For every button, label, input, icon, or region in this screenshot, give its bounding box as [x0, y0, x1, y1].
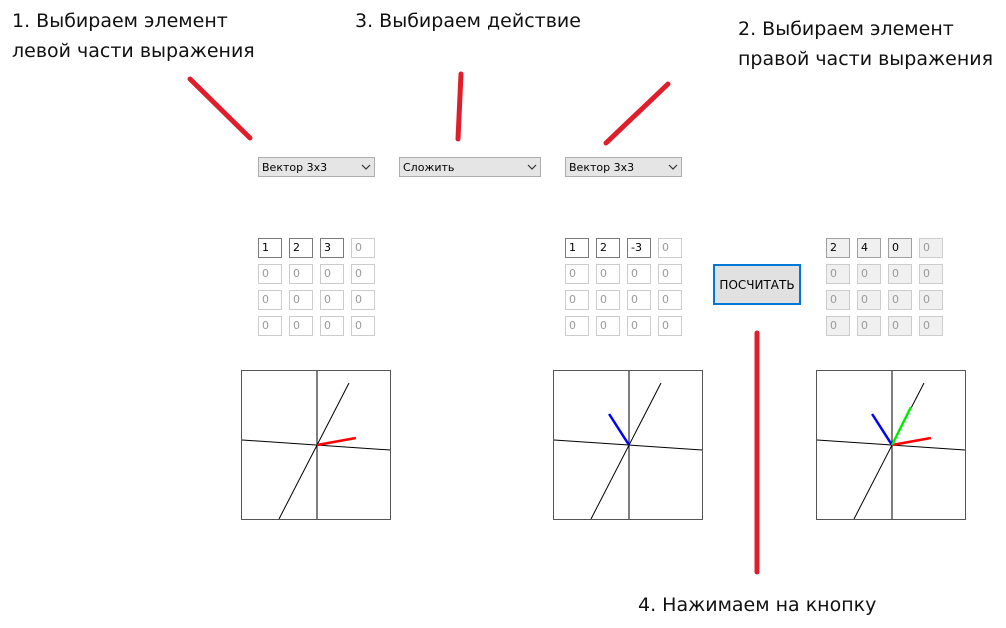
- axis-horizontal: [242, 439, 390, 451]
- right-cell-r3-c1[interactable]: 0: [565, 290, 589, 310]
- result-cell-r2-c4: 0: [919, 264, 943, 284]
- right-cell-r3-c2[interactable]: 0: [596, 290, 620, 310]
- result-cell-r2-c2: 0: [857, 264, 881, 284]
- right-vector-plot: [553, 370, 703, 520]
- result-vector-plot: [816, 370, 966, 520]
- result-cell-r1-c2: 4: [857, 238, 881, 258]
- result-cell-r3-c4: 0: [919, 290, 943, 310]
- left-cell-r4-c2[interactable]: 0: [289, 316, 313, 336]
- operation-value: Сложить: [403, 160, 455, 174]
- result-cell-r2-c1: 0: [826, 264, 850, 284]
- result-cell-r1-c1: 2: [826, 238, 850, 258]
- chevron-down-icon: [524, 158, 540, 176]
- step3-marker: [455, 71, 464, 142]
- result-vector-2: [871, 413, 894, 446]
- chevron-down-icon: [665, 158, 681, 176]
- result-cell-r3-c1: 0: [826, 290, 850, 310]
- result-cell-r2-c3: 0: [888, 264, 912, 284]
- left-cell-r4-c1[interactable]: 0: [258, 316, 282, 336]
- left-cell-r1-c2[interactable]: 2: [289, 238, 313, 258]
- axis-depth: [278, 382, 350, 519]
- right-type-select[interactable]: Вектор 3x3: [565, 157, 682, 177]
- right-cell-r2-c4[interactable]: 0: [658, 264, 682, 284]
- left-vector-1: [316, 436, 357, 447]
- step2-marker: [603, 81, 671, 146]
- result-cell-r1-c3: 0: [888, 238, 912, 258]
- calculate-button[interactable]: ПОСЧИТАТЬ: [713, 264, 801, 305]
- right-cell-r1-c4[interactable]: 0: [658, 238, 682, 258]
- left-cell-r3-c3[interactable]: 0: [320, 290, 344, 310]
- left-cell-r4-c3[interactable]: 0: [320, 316, 344, 336]
- right-cell-r3-c4[interactable]: 0: [658, 290, 682, 310]
- left-vector-plot: [241, 370, 391, 520]
- left-cell-r3-c4[interactable]: 0: [351, 290, 375, 310]
- left-cell-r2-c3[interactable]: 0: [320, 264, 344, 284]
- result-cell-r4-c4: 0: [919, 316, 943, 336]
- axis-depth: [853, 382, 925, 519]
- left-cell-r1-c3[interactable]: 3: [320, 238, 344, 258]
- right-cell-r4-c4[interactable]: 0: [658, 316, 682, 336]
- right-cell-r3-c3[interactable]: 0: [627, 290, 651, 310]
- left-cell-r2-c4[interactable]: 0: [351, 264, 375, 284]
- right-cell-r2-c2[interactable]: 0: [596, 264, 620, 284]
- left-cell-r3-c1[interactable]: 0: [258, 290, 282, 310]
- right-cell-r1-c2[interactable]: 2: [596, 238, 620, 258]
- left-cell-r4-c4[interactable]: 0: [351, 316, 375, 336]
- result-vector-1: [891, 436, 932, 447]
- right-cell-r4-c1[interactable]: 0: [565, 316, 589, 336]
- result-cell-r4-c3: 0: [888, 316, 912, 336]
- left-type-value: Вектор 3x3: [262, 160, 328, 174]
- right-cell-r4-c3[interactable]: 0: [627, 316, 651, 336]
- right-cell-r1-c1[interactable]: 1: [565, 238, 589, 258]
- left-cell-r1-c1[interactable]: 1: [258, 238, 282, 258]
- result-vector-3: [890, 406, 913, 446]
- result-cell-r1-c4: 0: [919, 238, 943, 258]
- right-cell-r2-c3[interactable]: 0: [627, 264, 651, 284]
- right-vector-1: [608, 413, 631, 446]
- operation-select[interactable]: Сложить: [399, 157, 541, 177]
- chevron-down-icon: [358, 158, 374, 176]
- result-cell-r4-c2: 0: [857, 316, 881, 336]
- step1-marker: [187, 76, 253, 141]
- left-type-select[interactable]: Вектор 3x3: [258, 157, 375, 177]
- left-cell-r2-c1[interactable]: 0: [258, 264, 282, 284]
- right-cell-r1-c3[interactable]: -3: [627, 238, 651, 258]
- right-cell-r2-c1[interactable]: 0: [565, 264, 589, 284]
- annotation-markers: [187, 71, 760, 575]
- axis-depth: [590, 382, 662, 519]
- result-cell-r3-c3: 0: [888, 290, 912, 310]
- right-type-value: Вектор 3x3: [569, 160, 635, 174]
- left-cell-r1-c4[interactable]: 0: [351, 238, 375, 258]
- right-cell-r4-c2[interactable]: 0: [596, 316, 620, 336]
- result-cell-r3-c2: 0: [857, 290, 881, 310]
- left-cell-r3-c2[interactable]: 0: [289, 290, 313, 310]
- left-cell-r2-c2[interactable]: 0: [289, 264, 313, 284]
- result-cell-r4-c1: 0: [826, 316, 850, 336]
